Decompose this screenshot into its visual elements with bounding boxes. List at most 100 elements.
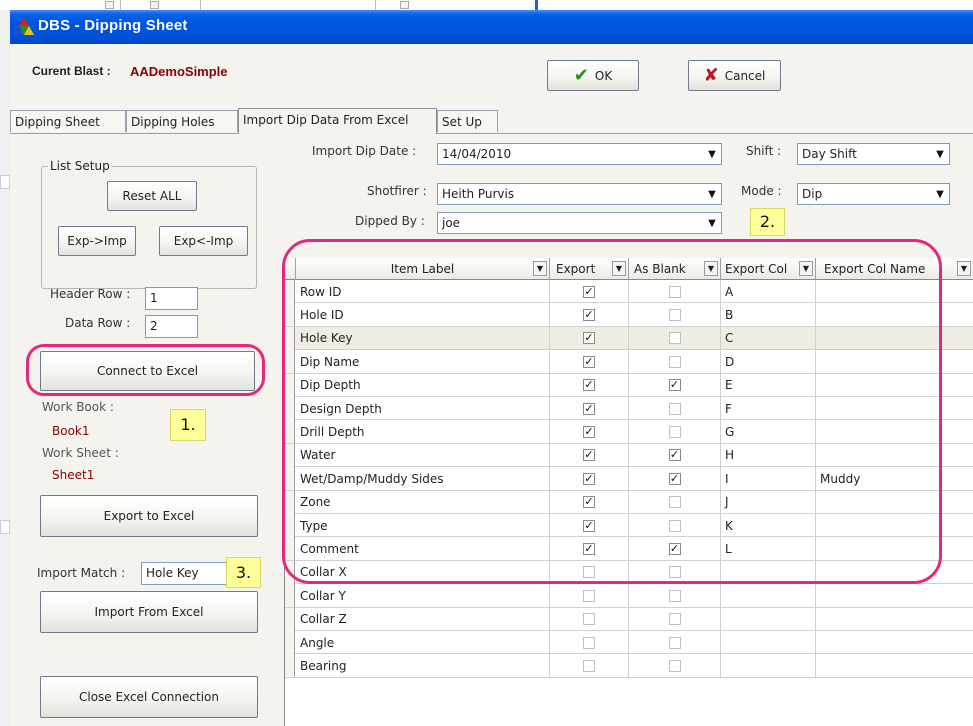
export-col-name-cell[interactable] [816,584,973,607]
bg-checkbox [105,1,114,9]
workbook-value: Book1 [52,424,90,438]
reset-all-button[interactable]: Reset ALL [107,181,197,211]
bg-separator [120,0,121,10]
dropdown-arrow-icon[interactable]: ▼ [703,184,721,204]
export-checkbox[interactable] [583,613,595,626]
import-match-label: Import Match : [37,566,126,580]
filter-dropdown-icon[interactable]: ▼ [957,261,971,276]
as-blank-cell[interactable] [629,607,721,631]
checkmark-icon: ✔ [573,64,589,86]
as-blank-checkbox[interactable] [668,659,681,672]
export-cell[interactable] [550,607,629,631]
worksheet-label: Work Sheet : [42,446,119,460]
export-cell[interactable] [550,654,629,678]
bg-checkbox [400,1,409,9]
data-row-input[interactable]: 2 [145,315,198,338]
bg-separator [200,0,201,10]
item-label-cell[interactable]: Collar Z [296,607,550,631]
as-blank-cell[interactable] [629,654,721,678]
as-blank-checkbox[interactable] [668,636,681,649]
exp-to-imp-button[interactable]: Exp->Imp [58,226,136,256]
list-setup-legend: List Setup [48,159,112,173]
import-dip-date-value: 14/04/2010 [442,147,512,161]
dropdown-arrow-icon[interactable]: ▼ [703,144,721,164]
export-col-cell[interactable] [721,584,816,608]
dipped-by-combo[interactable]: joe ▼ [437,212,722,234]
import-from-excel-button[interactable]: Import From Excel [40,591,258,633]
bg-separator [375,0,376,10]
exp-from-imp-button[interactable]: Exp<-Imp [159,226,248,256]
tab-import-dip-data[interactable]: Import Dip Data From Excel [238,108,437,134]
export-to-excel-button[interactable]: Export to Excel [40,495,258,537]
as-blank-checkbox[interactable] [668,613,681,626]
export-col-cell[interactable] [721,607,816,631]
export-cell[interactable] [550,631,629,654]
export-col-cell[interactable] [721,631,816,654]
app-logo-icon [14,17,34,35]
shift-combo[interactable]: Day Shift ▼ [797,143,950,165]
table-row[interactable]: Bearing [285,654,973,678]
table-row[interactable]: Collar Y [285,584,973,608]
close-icon: ✘ [703,64,719,86]
background-window-strip [0,0,973,10]
as-blank-cell[interactable] [629,631,721,654]
annotation-note-1: 1. [170,409,206,441]
row-indicator[interactable] [285,607,295,631]
ok-button[interactable]: ✔ OK [547,60,639,91]
tab-dipping-holes[interactable]: Dipping Holes [126,110,238,132]
header-row-input[interactable]: 1 [145,287,198,310]
item-label-cell[interactable]: Bearing [296,654,550,678]
export-col-name-cell[interactable] [816,654,973,677]
dipping-sheet-dialog: DBS - Dipping Sheet Curent Blast : AADem… [10,10,973,726]
export-col-name-cell[interactable] [816,608,973,631]
row-indicator[interactable] [285,631,295,654]
export-col-cell[interactable] [721,654,816,678]
mode-label: Mode : [741,184,782,198]
dropdown-arrow-icon[interactable]: ▼ [931,144,949,164]
import-dip-date-combo[interactable]: 14/04/2010 ▼ [437,143,722,165]
dropdown-arrow-icon[interactable]: ▼ [931,184,949,204]
window-title: DBS - Dipping Sheet [38,17,188,34]
header-row-label: Header Row : [50,287,131,301]
bg-checkbox [150,1,159,9]
workbook-label: Work Book : [42,400,114,414]
export-checkbox[interactable] [583,589,595,602]
dropdown-arrow-icon[interactable]: ▼ [703,213,721,233]
export-checkbox[interactable] [583,659,595,672]
item-label-cell[interactable]: Collar Y [296,584,550,608]
tab-strip: Dipping Sheet Dipping Holes Import Dip D… [10,108,973,134]
tab-set-up[interactable]: Set Up [437,110,498,132]
export-checkbox[interactable] [583,636,595,649]
shotfirer-combo[interactable]: Heith Purvis ▼ [437,183,722,205]
mode-value: Dip [802,187,823,201]
export-cell[interactable] [550,584,629,608]
as-blank-checkbox[interactable] [668,589,681,602]
bg-cell [0,520,10,534]
highlight-grid [282,239,942,584]
table-row[interactable]: Collar Z [285,607,973,631]
item-label-cell[interactable]: Angle [296,631,550,654]
worksheet-value: Sheet1 [52,468,95,482]
cancel-label: Cancel [724,68,766,83]
row-indicator[interactable] [285,654,295,678]
data-row-label: Data Row : [65,316,131,330]
shotfirer-value: Heith Purvis [442,187,515,201]
current-blast-value: AADemoSimple [130,64,228,79]
tab-dipping-sheet[interactable]: Dipping Sheet [10,110,126,132]
titlebar[interactable]: DBS - Dipping Sheet [10,10,973,44]
cancel-button[interactable]: ✘ Cancel [688,60,781,91]
export-col-name-cell[interactable] [816,631,973,654]
annotation-note-3: 3. [226,557,261,588]
dialog-body: Curent Blast : AADemoSimple ✔ OK ✘ Cance… [10,44,973,726]
close-excel-connection-button[interactable]: Close Excel Connection [40,676,258,718]
shift-label: Shift : [746,144,782,158]
dipped-by-value: joe [442,216,461,230]
background-window-left [0,10,10,726]
dipped-by-label: Dipped By : [355,214,425,228]
highlight-connect [26,344,265,396]
as-blank-cell[interactable] [629,584,721,608]
row-indicator[interactable] [285,584,295,608]
mode-combo[interactable]: Dip ▼ [797,183,950,205]
table-row[interactable]: Angle [285,631,973,655]
import-match-input[interactable]: Hole Key [141,562,231,585]
